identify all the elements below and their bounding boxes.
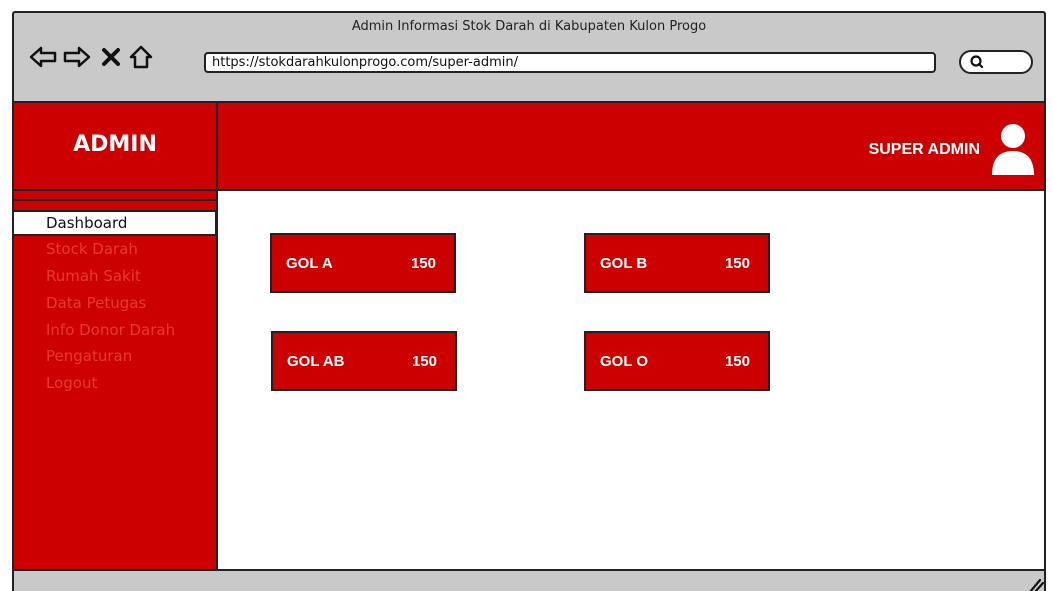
resize-grip-icon[interactable] [1024,575,1044,591]
browser-search-box[interactable] [959,50,1033,74]
close-icon[interactable] [96,43,126,71]
user-avatar-icon[interactable] [990,121,1036,177]
address-bar[interactable]: https://stokdarahkulonprogo.com/super-ad… [204,52,936,73]
sidebar-item-info-donor-darah[interactable]: Info Donor Darah [46,321,175,339]
sidebar-item-data-petugas[interactable]: Data Petugas [46,294,146,312]
blood-card-gol-ab[interactable]: GOL AB 150 [271,331,457,391]
card-label: GOL O [600,353,649,370]
search-icon [970,55,984,69]
blood-card-gol-a[interactable]: GOL A 150 [270,233,456,293]
sidebar-item-dashboard[interactable]: Dashboard [14,210,217,236]
browser-title: Admin Informasi Stok Darah di Kabupaten … [351,19,707,34]
sidebar-divider [14,199,216,201]
sidebar-item-pengaturan[interactable]: Pengaturan [46,347,132,365]
home-icon[interactable] [126,43,156,71]
status-bar [14,569,1044,591]
back-arrow-icon[interactable] [28,43,58,71]
card-count: 150 [724,353,750,370]
blood-card-gol-b[interactable]: GOL B 150 [584,233,770,293]
sidebar: Dashboard Stock Darah Rumah Sakit Data P… [14,191,218,571]
card-count: 150 [411,353,437,370]
card-label: GOL A [286,255,333,272]
user-label: SUPER ADMIN [868,141,980,158]
sidebar-item-rumah-sakit[interactable]: Rumah Sakit [46,267,141,285]
blood-card-gol-o[interactable]: GOL O 150 [584,331,770,391]
browser-window: Admin Informasi Stok Darah di Kabupaten … [12,11,1046,591]
card-count: 150 [410,255,436,272]
card-label: GOL B [600,255,648,272]
sidebar-item-stock-darah[interactable]: Stock Darah [46,240,138,258]
forward-arrow-icon[interactable] [62,43,92,71]
card-count: 150 [724,255,750,272]
sidebar-item-logout[interactable]: Logout [46,374,97,392]
app-header: ADMIN SUPER ADMIN [14,101,1044,191]
main-content: GOL A 150 GOL B 150 GOL AB 150 GOL O 150 [218,191,1044,571]
brand-title: ADMIN [14,103,218,189]
card-label: GOL AB [287,353,345,370]
